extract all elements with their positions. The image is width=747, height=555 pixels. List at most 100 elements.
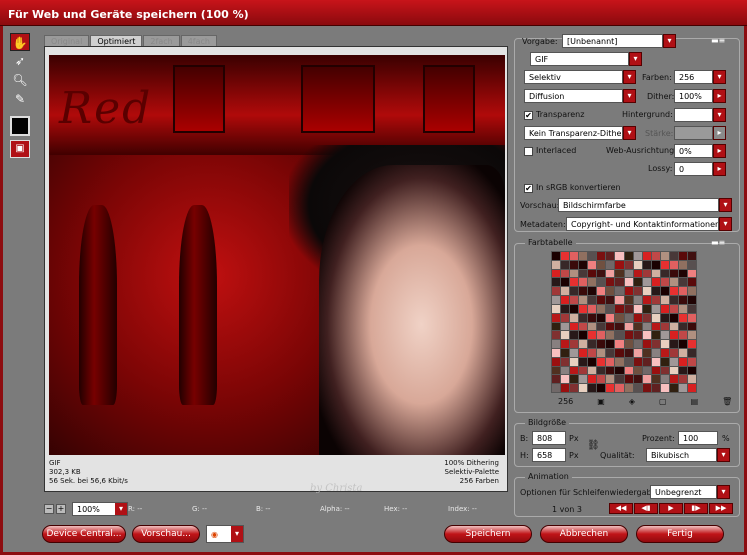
palette-swatch[interactable] <box>606 366 615 375</box>
dither-select[interactable]: 100% ▸ <box>674 89 726 103</box>
palette-swatch[interactable] <box>606 287 615 296</box>
palette-swatch[interactable] <box>678 340 687 348</box>
play-icon[interactable]: ▶ <box>659 503 683 514</box>
palette-swatch[interactable] <box>624 348 633 357</box>
palette-swatch[interactable] <box>660 287 669 296</box>
palette-swatch[interactable] <box>633 269 642 278</box>
palette-swatch[interactable] <box>669 304 678 313</box>
palette-swatch[interactable] <box>633 278 642 287</box>
format-select[interactable]: GIF ▾ <box>530 52 642 66</box>
palette-swatch[interactable] <box>651 313 660 322</box>
palette-swatch[interactable] <box>660 384 669 392</box>
palette-swatch[interactable] <box>633 252 642 260</box>
palette-swatch[interactable] <box>687 322 696 331</box>
palette-swatch[interactable] <box>678 313 687 322</box>
map-color-icon[interactable]: ▣ <box>597 397 605 406</box>
palette-swatch[interactable] <box>669 357 678 366</box>
palette-swatch[interactable] <box>660 260 669 269</box>
palette-swatch[interactable] <box>570 260 579 269</box>
palette-swatch[interactable] <box>588 304 597 313</box>
palette-swatch[interactable] <box>588 331 597 340</box>
palette-swatch[interactable] <box>552 278 561 287</box>
palette-swatch[interactable] <box>561 375 570 384</box>
transparency-checkbox[interactable]: ✔ <box>524 111 533 120</box>
dither-algo-select[interactable]: Diffusion ▾ <box>524 89 636 103</box>
palette-swatch[interactable] <box>588 375 597 384</box>
palette-swatch[interactable] <box>615 304 624 313</box>
palette-swatch[interactable] <box>669 313 678 322</box>
palette-swatch[interactable] <box>633 331 642 340</box>
zoom-out-button[interactable]: − <box>44 504 54 514</box>
palette-swatch[interactable] <box>579 260 588 269</box>
palette-swatch[interactable] <box>651 252 660 260</box>
palette-swatch[interactable] <box>579 384 588 392</box>
palette-swatch[interactable] <box>687 260 696 269</box>
palette-swatch[interactable] <box>651 331 660 340</box>
palette-swatch[interactable] <box>624 269 633 278</box>
palette-swatch[interactable] <box>606 269 615 278</box>
color-swatch[interactable] <box>10 116 30 136</box>
palette-swatch[interactable] <box>588 260 597 269</box>
palette-swatch[interactable] <box>678 287 687 296</box>
palette-swatch[interactable] <box>624 366 633 375</box>
palette-swatch[interactable] <box>660 375 669 384</box>
lossy-select[interactable]: 0 ▸ <box>674 162 726 176</box>
palette-swatch[interactable] <box>588 278 597 287</box>
palette-swatch[interactable] <box>561 296 570 304</box>
palette-swatch[interactable] <box>651 375 660 384</box>
palette-swatch[interactable] <box>633 340 642 348</box>
palette-swatch[interactable] <box>651 340 660 348</box>
palette-swatch[interactable] <box>669 269 678 278</box>
palette-swatch[interactable] <box>588 348 597 357</box>
save-button[interactable]: Speichern <box>444 525 532 543</box>
palette-swatch[interactable] <box>588 340 597 348</box>
tab-4up[interactable]: 4fach <box>180 35 217 46</box>
preview-button[interactable]: Vorschau... <box>132 525 200 543</box>
palette-swatch[interactable] <box>687 348 696 357</box>
palette-swatch[interactable] <box>561 348 570 357</box>
palette-swatch[interactable] <box>597 304 606 313</box>
palette-swatch[interactable] <box>552 252 561 260</box>
palette-swatch[interactable] <box>678 322 687 331</box>
palette-swatch[interactable] <box>588 313 597 322</box>
palette-swatch[interactable] <box>615 287 624 296</box>
palette-swatch[interactable] <box>615 313 624 322</box>
palette-swatch[interactable] <box>678 260 687 269</box>
palette-swatch[interactable] <box>552 348 561 357</box>
palette-swatch[interactable] <box>642 252 651 260</box>
palette-swatch[interactable] <box>552 313 561 322</box>
palette-swatch[interactable] <box>552 296 561 304</box>
palette-swatch[interactable] <box>642 278 651 287</box>
palette-swatch[interactable] <box>624 287 633 296</box>
palette-swatch[interactable] <box>552 304 561 313</box>
palette-swatch[interactable] <box>597 348 606 357</box>
palette-swatch[interactable] <box>606 260 615 269</box>
palette-swatch[interactable] <box>606 304 615 313</box>
palette-swatch[interactable] <box>642 331 651 340</box>
colors-select[interactable]: 256 ▾ <box>674 70 726 84</box>
zoom-in-button[interactable]: + <box>56 504 66 514</box>
palette-swatch[interactable] <box>606 322 615 331</box>
done-button[interactable]: Fertig <box>636 525 724 543</box>
palette-swatch[interactable] <box>624 384 633 392</box>
matte-select[interactable]: ▾ <box>674 108 726 122</box>
palette-swatch[interactable] <box>678 357 687 366</box>
palette-swatch[interactable] <box>606 252 615 260</box>
palette-swatch[interactable] <box>606 331 615 340</box>
palette-swatch[interactable] <box>615 331 624 340</box>
palette-swatch[interactable] <box>678 278 687 287</box>
palette-swatch[interactable] <box>552 269 561 278</box>
toggle-slices-icon[interactable]: ▣ <box>10 140 30 158</box>
palette-swatch[interactable] <box>606 296 615 304</box>
palette-swatch[interactable] <box>633 384 642 392</box>
palette-swatch[interactable] <box>651 304 660 313</box>
prev-frame-icon[interactable]: ◀▮ <box>634 503 658 514</box>
palette-swatch[interactable] <box>624 252 633 260</box>
palette-swatch[interactable] <box>633 322 642 331</box>
palette-swatch[interactable] <box>561 384 570 392</box>
new-color-icon[interactable]: ▤ <box>691 397 699 406</box>
palette-swatch[interactable] <box>633 296 642 304</box>
palette-swatch[interactable] <box>561 269 570 278</box>
palette-swatch[interactable] <box>669 340 678 348</box>
palette-swatch[interactable] <box>615 296 624 304</box>
